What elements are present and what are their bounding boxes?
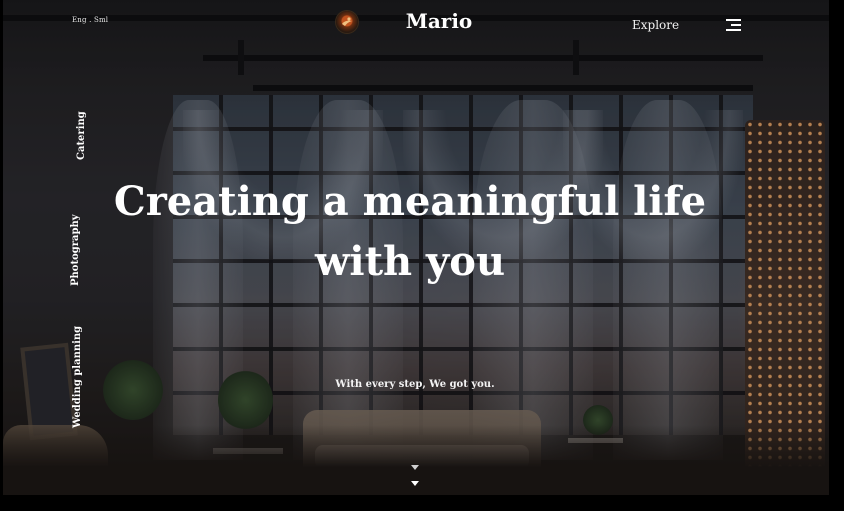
menu-line (726, 19, 741, 21)
menu-line (726, 29, 741, 31)
language-switch[interactable]: Eng . Sml (72, 16, 108, 24)
hero-headline-line2: with you (314, 238, 506, 285)
side-nav-wedding-planning[interactable]: Wedding planning (72, 326, 83, 428)
side-nav-photography[interactable]: Photography (70, 214, 81, 286)
logo-mark-icon (342, 17, 352, 26)
chevron-down-icon (411, 481, 419, 486)
side-nav-catering[interactable]: Catering (76, 111, 87, 160)
hamburger-menu-icon[interactable] (723, 18, 741, 33)
explore-link[interactable]: Explore (632, 18, 679, 32)
hero-headline: Creating a meaningful life with you (110, 172, 710, 292)
hero-tagline: With every step, We got you. (335, 379, 495, 390)
chevron-down-icon (411, 465, 419, 470)
hero-headline-line1: Creating a meaningful life (113, 178, 707, 225)
brand-name[interactable]: Mario (400, 9, 478, 33)
brand-logo-icon[interactable] (336, 11, 358, 33)
menu-line (731, 24, 741, 26)
